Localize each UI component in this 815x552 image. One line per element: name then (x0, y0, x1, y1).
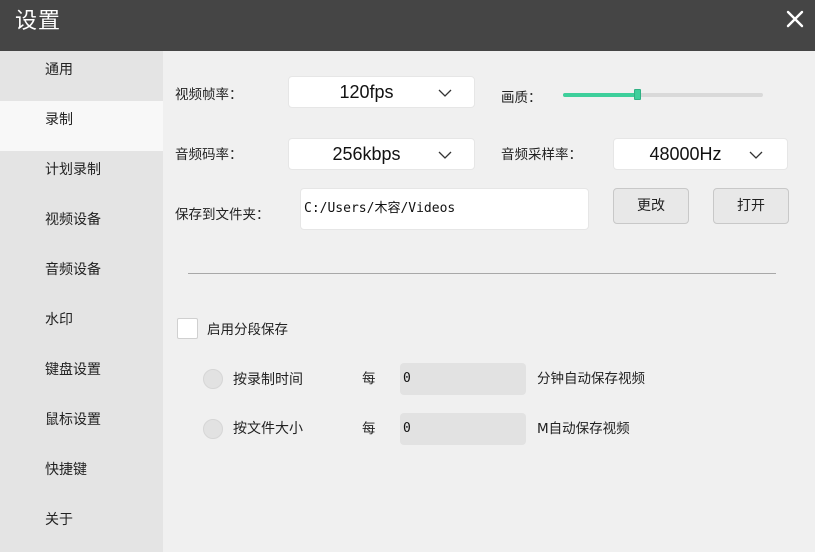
audio-sample-rate-label: 音频采样率： (501, 147, 582, 163)
audio-bitrate-label: 音频码率： (175, 147, 243, 163)
sidebar-item-mouse[interactable]: 鼠标设置 (0, 401, 163, 451)
audio-sample-rate-value: 48000Hz (649, 144, 722, 164)
title-bar: 设置 (0, 0, 815, 51)
enable-segment-save-label: 启用分段保存 (207, 322, 288, 338)
megabytes-suffix-label: M自动保存视频 (537, 421, 630, 437)
quality-slider-handle[interactable] (634, 89, 641, 100)
by-file-size-label: 按文件大小 (233, 421, 303, 437)
by-record-time-label: 按录制时间 (233, 372, 303, 388)
chevron-down-icon (438, 89, 452, 97)
window-title: 设置 (15, 9, 62, 34)
minutes-suffix-label: 分钟自动保存视频 (537, 371, 645, 387)
megabytes-input[interactable]: 0 (400, 413, 526, 445)
frame-rate-label: 视频帧率： (175, 87, 243, 103)
every-label: 每 (362, 371, 376, 387)
audio-bitrate-select[interactable]: 256kbps (288, 138, 475, 170)
sidebar-item-audio-device[interactable]: 音频设备 (0, 251, 163, 301)
by-record-time-radio[interactable] (203, 369, 223, 389)
sidebar-item-hotkeys[interactable]: 快捷键 (0, 451, 163, 501)
chevron-down-icon (749, 151, 763, 159)
sidebar-item-general[interactable]: 通用 (0, 51, 163, 101)
change-folder-button[interactable]: 更改 (613, 188, 689, 224)
sidebar-item-keyboard[interactable]: 键盘设置 (0, 351, 163, 401)
sidebar-item-record[interactable]: 录制 (0, 101, 163, 151)
frame-rate-select[interactable]: 120fps (288, 76, 475, 108)
audio-sample-rate-select[interactable]: 48000Hz (613, 138, 788, 170)
every-label: 每 (362, 421, 376, 437)
sidebar-item-video-device[interactable]: 视频设备 (0, 201, 163, 251)
minutes-input[interactable]: 0 (400, 363, 526, 395)
enable-segment-save-checkbox[interactable] (177, 318, 198, 339)
chevron-down-icon (438, 151, 452, 159)
sidebar: 通用 录制 计划录制 视频设备 音频设备 水印 键盘设置 鼠标设置 快捷键 关于 (0, 51, 163, 552)
save-folder-label: 保存到文件夹： (175, 207, 270, 223)
open-folder-button[interactable]: 打开 (713, 188, 789, 224)
quality-slider-fill (563, 93, 637, 97)
quality-label: 画质： (501, 90, 542, 106)
frame-rate-value: 120fps (339, 82, 394, 102)
audio-bitrate-value: 256kbps (332, 144, 401, 164)
sidebar-item-scheduled-record[interactable]: 计划录制 (0, 151, 163, 201)
sidebar-item-about[interactable]: 关于 (0, 501, 163, 551)
section-divider (188, 273, 776, 274)
sidebar-item-watermark[interactable]: 水印 (0, 301, 163, 351)
quality-slider[interactable] (563, 89, 763, 100)
close-icon[interactable] (783, 7, 807, 31)
save-folder-path-input[interactable]: C:/Users/木容/Videos (300, 188, 589, 230)
by-file-size-radio[interactable] (203, 419, 223, 439)
record-settings-panel: 视频帧率： 120fps 画质： 音频码率： 256kbps 音频采样率： 48… (163, 51, 815, 552)
